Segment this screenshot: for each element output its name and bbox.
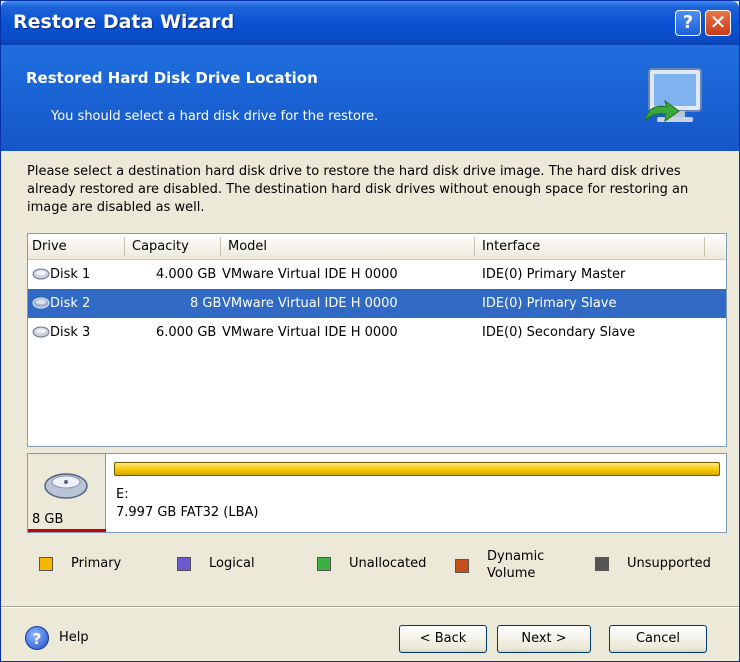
disk-size-bar — [28, 529, 106, 532]
partition-label: E: 7.997 GB FAT32 (LBA) — [116, 486, 258, 522]
cancel-button[interactable]: Cancel — [609, 625, 707, 653]
logical-swatch — [177, 557, 191, 571]
title-bar: Restore Data Wizard ? ✕ — [1, 1, 739, 45]
drive-capacity: 6.000 GB — [156, 325, 217, 340]
legend-primary: Primary — [71, 556, 122, 571]
next-button[interactable]: Next > — [497, 625, 591, 653]
help-title-button[interactable]: ? — [675, 10, 701, 36]
drive-name: Disk 3 — [50, 325, 91, 340]
drive-interface: IDE(0) Primary Slave — [482, 296, 617, 311]
hard-disk-icon — [32, 297, 50, 309]
drive-model: VMware Virtual IDE H 0000 — [222, 325, 398, 340]
window-title: Restore Data Wizard — [13, 11, 235, 33]
legend-unsupported: Unsupported — [627, 556, 711, 571]
partition-legend: Primary Logical Unallocated Dynamic Volu… — [27, 549, 727, 589]
unsupported-swatch — [595, 557, 609, 571]
restore-data-wizard-window: Restore Data Wizard ? ✕ Restored Hard Di… — [0, 0, 740, 662]
header-subtitle: You should select a hard disk drive for … — [51, 109, 379, 124]
column-model[interactable]: Model — [228, 239, 267, 254]
drive-list[interactable]: Drive Capacity Model Interface Disk 1 4.… — [27, 233, 727, 447]
legend-dynamic: Dynamic — [487, 549, 545, 564]
footer-divider — [1, 606, 739, 608]
list-header: Drive Capacity Model Interface — [28, 234, 726, 260]
header-title: Restored Hard Disk Drive Location — [26, 69, 318, 87]
drive-row-disk-2[interactable]: Disk 2 8 GB VMware Virtual IDE H 0000 ID… — [28, 289, 726, 318]
drive-row-disk-3[interactable]: Disk 3 6.000 GB VMware Virtual IDE H 000… — [28, 318, 726, 347]
drive-interface: IDE(0) Secondary Slave — [482, 325, 636, 340]
wizard-header: Restored Hard Disk Drive Location You sh… — [1, 45, 739, 151]
unallocated-swatch — [317, 557, 331, 571]
partition-view: 8 GB E: 7.997 GB FAT32 (LBA) — [27, 453, 727, 533]
help-icon[interactable]: ? — [25, 626, 49, 650]
help-label[interactable]: Help — [59, 630, 89, 645]
instructions-text: Please select a destination hard disk dr… — [27, 164, 689, 215]
partition-details: 7.997 GB FAT32 (LBA) — [116, 505, 259, 520]
column-interface[interactable]: Interface — [482, 239, 540, 254]
dynamic-volume-swatch — [455, 559, 469, 573]
drive-interface: IDE(0) Primary Master — [482, 267, 626, 282]
drive-name: Disk 2 — [50, 296, 91, 311]
partition-letter: E: — [116, 487, 129, 502]
legend-unallocated: Unallocated — [349, 556, 427, 571]
disk-size: 8 GB — [32, 512, 64, 527]
legend-volume: Volume — [487, 566, 536, 581]
back-button[interactable]: < Back — [399, 625, 487, 653]
disk-summary: 8 GB — [28, 454, 106, 532]
monitor-restore-icon — [644, 68, 702, 123]
drive-capacity: 4.000 GB — [156, 267, 217, 282]
legend-logical: Logical — [209, 556, 255, 571]
close-button[interactable]: ✕ — [705, 10, 731, 36]
drive-model: VMware Virtual IDE H 0000 — [222, 296, 398, 311]
drive-capacity: 8 GB — [190, 296, 222, 311]
column-capacity[interactable]: Capacity — [132, 239, 189, 254]
column-drive[interactable]: Drive — [32, 239, 67, 254]
hard-disk-icon — [44, 473, 88, 499]
primary-swatch — [39, 557, 53, 571]
drive-row-disk-1[interactable]: Disk 1 4.000 GB VMware Virtual IDE H 000… — [28, 260, 726, 289]
drive-model: VMware Virtual IDE H 0000 — [222, 267, 398, 282]
drive-name: Disk 1 — [50, 267, 91, 282]
hard-disk-icon — [32, 268, 50, 280]
partition-bar[interactable] — [114, 462, 720, 476]
hard-disk-icon — [32, 326, 50, 338]
